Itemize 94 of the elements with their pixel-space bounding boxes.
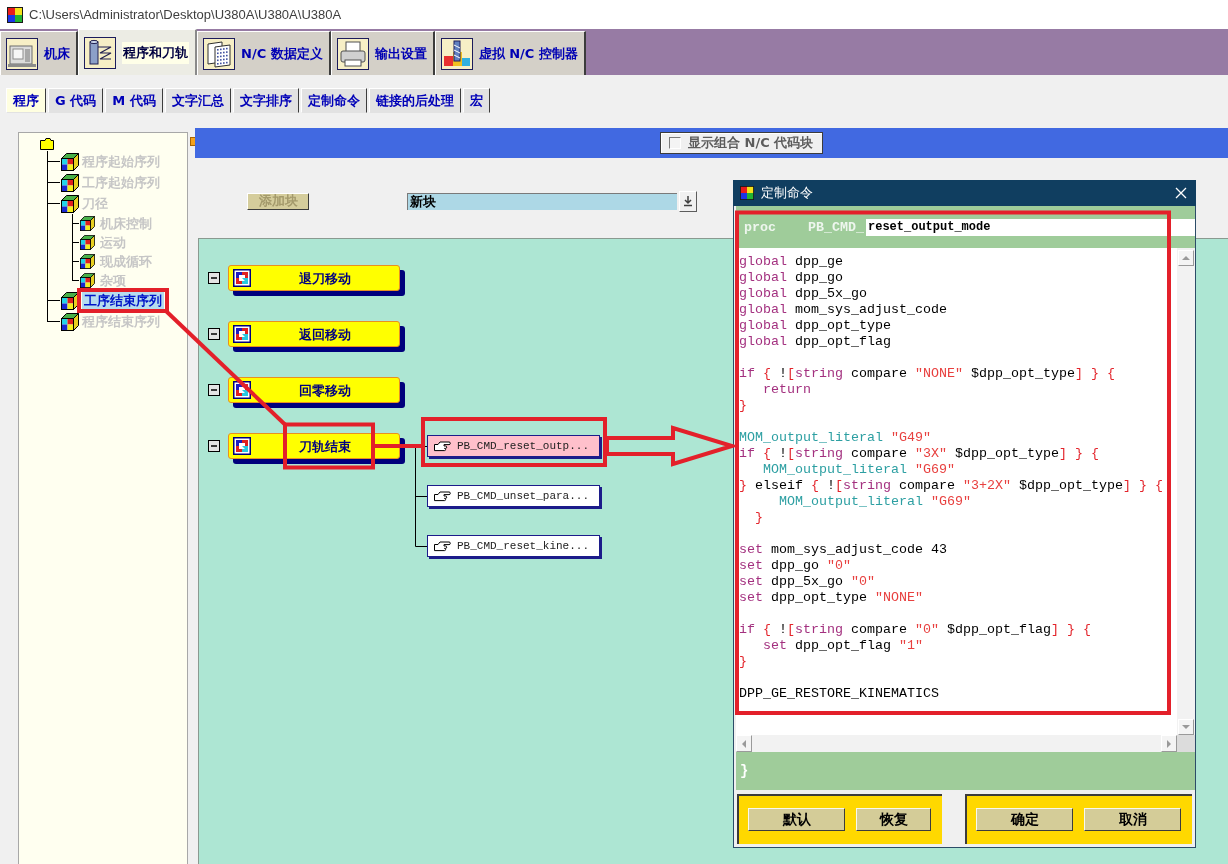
code-line: global dpp_go <box>739 270 844 286</box>
tree-item[interactable]: 工序结束序列 <box>82 292 164 309</box>
scroll-left-button[interactable] <box>736 735 752 752</box>
printer-icon <box>336 37 369 70</box>
dropdown-button[interactable] <box>679 190 697 212</box>
command-name-field[interactable]: reset_output_mode <box>866 218 1195 236</box>
tab[interactable]: 输出设置 <box>330 31 435 75</box>
cube-icon <box>61 152 79 171</box>
code-line: } <box>754 510 764 526</box>
code-line: set dpp_go "0" <box>739 558 852 574</box>
right-arrow-icon <box>1166 739 1172 748</box>
tab[interactable]: 文字汇总 <box>164 88 231 113</box>
code-line: set dpp_5x_go "0" <box>739 574 876 590</box>
cube-icon <box>61 312 79 331</box>
machine-icon <box>6 37 38 70</box>
app-icon <box>7 6 23 23</box>
closing-brace: } <box>740 763 749 779</box>
cube-icon <box>61 194 79 213</box>
collapse-icon[interactable] <box>208 328 220 340</box>
puzzle-icon <box>233 269 251 287</box>
code-line: if { ![string compare "NONE" $dpp_opt_type] } { <box>739 366 1116 382</box>
vertical-scrollbar[interactable] <box>1177 248 1195 735</box>
code-line: set mom_sys_adjust_code 43 <box>739 542 948 558</box>
horizontal-scrollbar[interactable] <box>736 735 1177 752</box>
pointing-hand-icon <box>433 539 451 553</box>
cube-icon <box>80 216 95 231</box>
tab[interactable]: 程序和刀轨 <box>78 29 197 75</box>
proc-keyword: proc <box>744 219 777 235</box>
puzzle-icon <box>233 325 251 343</box>
tab[interactable]: 程序 <box>6 88 46 113</box>
code-line: } <box>739 398 748 414</box>
scrollbar-corner <box>1177 735 1195 752</box>
scroll-up-button[interactable] <box>1178 250 1194 266</box>
code-line: global dpp_5x_go <box>739 286 868 302</box>
code-line: MOM_output_literal "G69" <box>778 494 972 510</box>
code-line: MOM_output_literal "G49" <box>739 430 932 446</box>
cube-icon <box>80 273 95 288</box>
collapse-icon[interactable] <box>208 384 220 396</box>
left-arrow-icon <box>741 739 747 748</box>
code-line: MOM_output_literal "G69" <box>762 462 956 478</box>
code-line: global dpp_opt_type <box>739 318 892 334</box>
pointing-hand-icon <box>433 489 451 503</box>
collapse-icon[interactable] <box>208 440 220 452</box>
command-prefix: PB_CMD_ <box>808 219 865 235</box>
cube-icon <box>61 291 79 310</box>
puzzle-icon <box>233 437 251 455</box>
cylinder-path-icon <box>84 36 116 69</box>
sheets-icon <box>203 37 235 70</box>
code-line: global mom_sys_adjust_code <box>739 302 948 318</box>
code-line: } elseif { ![string compare "3+2X" $dpp_opt_type] } { <box>739 478 1164 494</box>
cutter-blocks-icon <box>440 37 473 70</box>
checkbox[interactable] <box>669 137 681 149</box>
dialog-title: 定制命令 <box>761 184 813 202</box>
close-icon <box>1175 187 1187 199</box>
dialog-button[interactable]: 默认 <box>748 808 845 831</box>
cube-icon <box>61 173 79 192</box>
tab[interactable]: 链接的后处理 <box>368 88 461 113</box>
code-line: global dpp_opt_flag <box>739 334 892 350</box>
pointing-hand-icon <box>433 439 451 453</box>
code-line: return <box>762 382 812 398</box>
code-line: if { ![string compare "0" $dpp_opt_flag] } { <box>739 622 1092 638</box>
tab[interactable]: 文字排序 <box>232 88 299 113</box>
code-line: if { ![string compare "3X" $dpp_opt_type] } { <box>739 446 1100 462</box>
code-line: } <box>739 654 748 670</box>
down-arrow-icon <box>682 195 694 207</box>
tab[interactable]: 定制命令 <box>300 88 367 113</box>
dialog-button[interactable]: 恢复 <box>856 808 931 831</box>
dialog-button[interactable]: 确定 <box>976 808 1073 831</box>
up-arrow-icon <box>1182 255 1190 261</box>
folder-icon <box>40 138 54 150</box>
code-line: global dpp_ge <box>739 254 844 270</box>
dialog-button[interactable]: 取消 <box>1084 808 1181 831</box>
tab[interactable]: G 代码 <box>48 88 104 113</box>
command-node[interactable]: PB_CMD_reset_kine... <box>427 535 600 557</box>
collapse-icon[interactable] <box>208 272 220 284</box>
tab[interactable]: 虚拟 N/C 控制器 <box>434 31 586 75</box>
cube-icon <box>80 254 95 269</box>
cube-icon <box>80 235 95 250</box>
tab[interactable]: 宏 <box>462 88 490 113</box>
down-arrow-icon <box>1182 724 1190 730</box>
tab[interactable]: 机床 <box>0 31 78 75</box>
app-icon <box>740 186 754 200</box>
code-line: set dpp_opt_flag "1" <box>762 638 924 654</box>
command-node[interactable]: PB_CMD_reset_outp... <box>427 435 600 457</box>
tab[interactable]: M 代码 <box>105 88 163 113</box>
code-line: DPP_GE_RESTORE_KINEMATICS <box>739 686 940 702</box>
scroll-right-button[interactable] <box>1161 735 1177 752</box>
command-node[interactable]: PB_CMD_unset_para... <box>427 485 600 507</box>
block-select-field[interactable]: 新块 <box>407 192 677 210</box>
show-combined-checkbox[interactable]: 显示组合 N/C 代码块 <box>660 132 824 154</box>
window-title: C:\Users\Administrator\Desktop\U380A\U380A\U380A <box>29 7 342 22</box>
scroll-down-button[interactable] <box>1178 719 1194 735</box>
tab[interactable]: N/C 数据定义 <box>197 31 331 75</box>
code-line: set dpp_opt_type "NONE" <box>739 590 924 606</box>
